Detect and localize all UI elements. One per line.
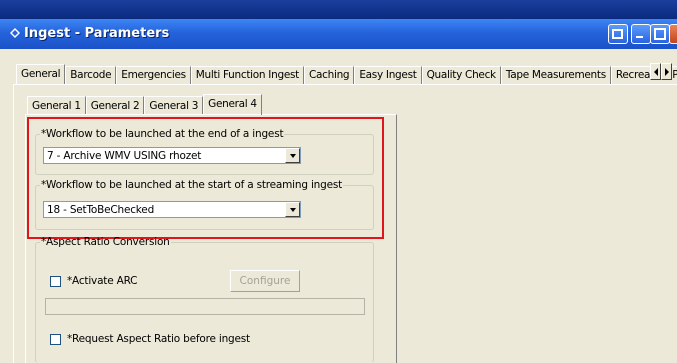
tab-barcode[interactable]: Barcode	[65, 66, 117, 84]
tab-general-1[interactable]: General 1	[27, 96, 86, 114]
tab-scroll-left-button[interactable]	[650, 63, 661, 80]
tab-scroll-arrows	[650, 63, 672, 80]
maximize-button[interactable]	[650, 24, 670, 44]
tab-quality-check[interactable]: Quality Check	[421, 66, 501, 84]
tab-general-3[interactable]: General 3	[144, 96, 204, 114]
configure-button[interactable]: Configure	[230, 270, 300, 292]
tab-easy-ingest[interactable]: Easy Ingest	[354, 66, 422, 84]
tab-caching[interactable]: Caching	[303, 66, 355, 84]
tab-general[interactable]: General	[16, 64, 66, 84]
restore-icon	[612, 29, 623, 39]
minimize-button[interactable]	[631, 24, 651, 44]
tab-general-2[interactable]: General 2	[85, 96, 145, 114]
title-bar: Ingest - Parameters	[0, 19, 677, 49]
activate-arc-label: *Activate ARC	[67, 275, 138, 287]
arrow-left-icon	[653, 67, 658, 76]
tab-emergencies[interactable]: Emergencies	[116, 66, 191, 84]
window-title: Ingest - Parameters	[24, 26, 170, 41]
close-button[interactable]	[669, 24, 677, 44]
activate-arc-checkbox[interactable]	[50, 276, 61, 287]
sub-tab-strip: General 1 General 2 General 3 General 4	[27, 94, 262, 115]
restore-button[interactable]	[608, 24, 628, 44]
request-aspect-ratio-checkbox[interactable]	[50, 334, 61, 345]
tab-multi-function-ingest[interactable]: Multi Function Ingest	[190, 66, 304, 84]
aspect-ratio-legend: *Aspect Ratio Conversion	[41, 236, 170, 248]
tab-tape-measurements[interactable]: Tape Measurements	[500, 66, 611, 84]
highlight-box	[27, 117, 384, 239]
background-strip	[0, 0, 677, 19]
arrow-right-icon	[664, 67, 669, 76]
app-icon	[10, 28, 20, 38]
minimize-icon	[636, 36, 643, 38]
main-tab-strip: General Barcode Emergencies Multi Functi…	[16, 64, 677, 84]
tab-scroll-right-button[interactable]	[661, 63, 672, 80]
maximize-icon	[654, 28, 666, 40]
request-aspect-ratio-label: *Request Aspect Ratio before ingest	[67, 333, 250, 345]
tab-general-4[interactable]: General 4	[203, 94, 262, 115]
arc-value-field	[45, 298, 365, 315]
